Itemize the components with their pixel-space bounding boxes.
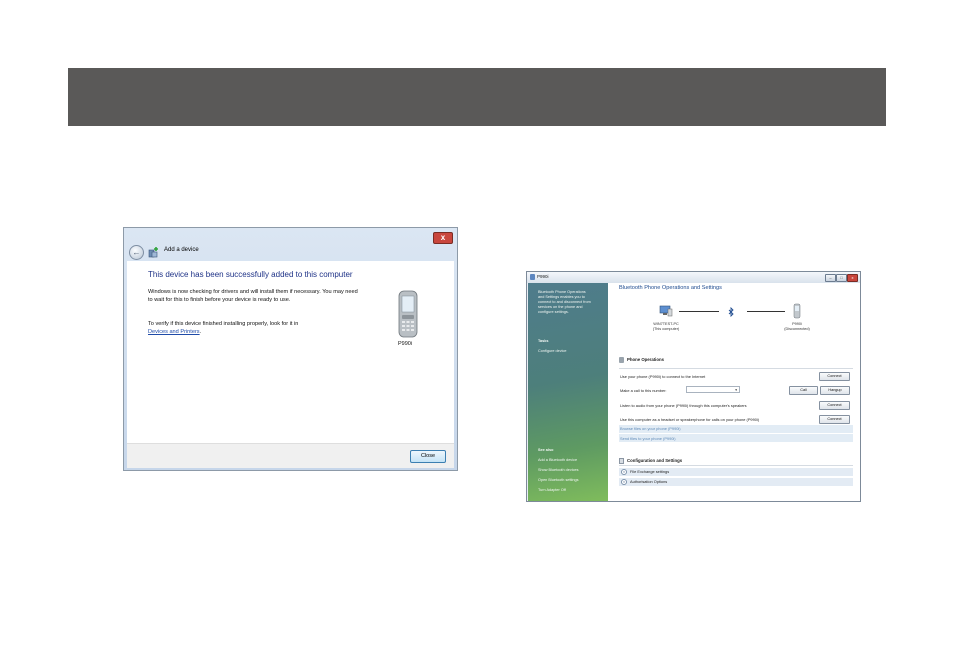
section-label: Configuration and Settings: [627, 458, 683, 464]
computer-label: WIN7TEST-PC (This computer): [638, 322, 694, 332]
back-arrow-icon[interactable]: ←: [129, 245, 144, 260]
window-titlebar: P990i – □ x: [527, 272, 860, 283]
window-title: P990i: [537, 274, 549, 279]
connection-line: [747, 311, 785, 312]
see-also-heading: See also: [538, 448, 554, 452]
close-button[interactable]: Close: [410, 450, 446, 463]
connect-internet-button[interactable]: Connect: [819, 372, 850, 381]
computer-status: (This computer): [652, 327, 680, 331]
phone-label: P990i (Disconnected): [774, 322, 820, 332]
dialog-titlebar: [124, 228, 457, 258]
phone-operations-heading: Phone Operations: [619, 357, 664, 363]
minimize-button[interactable]: –: [825, 274, 836, 282]
success-heading: This device has been successfully added …: [148, 270, 353, 279]
sidebar-description: Bluetooth Phone Operations and Settings …: [538, 290, 591, 315]
phone-icon: [398, 290, 418, 338]
bluetooth-icon: [728, 307, 734, 317]
expander-label: File Exchange settings: [630, 469, 670, 474]
sidebar-item-configure-device[interactable]: Configure device: [538, 349, 567, 354]
audio-row-text: Listen to audio from your phone (P990i) …: [620, 403, 747, 408]
connect-audio-button[interactable]: Connect: [819, 401, 850, 410]
expander-label: Authorisation Options: [630, 479, 668, 484]
browse-files-link[interactable]: Browse files on your phone (P990i): [620, 426, 681, 431]
divider: [619, 465, 853, 466]
add-device-dialog: x ← Add a device This device has been su…: [123, 227, 458, 471]
call-row-text: Make a call to this number:: [620, 388, 667, 393]
divider: [619, 368, 853, 369]
section-label: Phone Operations: [627, 357, 665, 363]
connection-line: [679, 311, 719, 312]
add-device-icon: [148, 247, 158, 258]
verify-prefix: To verify if this device finished instal…: [148, 321, 299, 327]
sidebar-item-add-bluetooth-device[interactable]: Add a Bluetooth device: [538, 458, 577, 463]
phone-icon: [793, 303, 801, 319]
verify-suffix: .: [199, 328, 202, 335]
sidebar-item-show-bluetooth-devices[interactable]: Show Bluetooth devices: [538, 468, 579, 473]
headset-row-text: Use this computer as a headset or speake…: [620, 417, 760, 422]
verify-text: To verify if this device finished instal…: [148, 321, 358, 337]
dialog-title: Add a device: [164, 247, 199, 253]
page-title: Bluetooth Phone Operations and Settings: [619, 285, 722, 291]
devices-and-printers-link[interactable]: Devices and Printers: [148, 329, 200, 335]
sidebar: Bluetooth Phone Operations and Settings …: [528, 283, 608, 501]
phone-section-icon: [619, 357, 624, 363]
bluetooth-window-icon: [530, 274, 535, 280]
header-banner: [68, 68, 886, 126]
config-section-icon: [619, 458, 624, 464]
internet-row-text: Use your phone (P990i) to connect to the…: [620, 374, 706, 379]
sidebar-desc-line: configure settings.: [538, 310, 569, 314]
connect-headset-button[interactable]: Connect: [819, 415, 850, 424]
send-files-link[interactable]: Send files to your phone (P990i): [620, 436, 676, 441]
window-close-button[interactable]: x: [847, 274, 858, 282]
authorisation-options-expander[interactable]: ▾ Authorisation Options: [619, 478, 853, 486]
tasks-heading: Tasks: [538, 339, 549, 343]
phone-number-combo[interactable]: ▾: [686, 386, 740, 393]
hangup-button[interactable]: Hangup: [820, 386, 850, 395]
sidebar-item-turn-adapter-off[interactable]: Turn Adapter Off: [538, 488, 566, 493]
expand-chevron-icon: ▾: [621, 478, 627, 485]
driver-info-text: Windows is now checking for drivers and …: [148, 289, 358, 303]
configuration-heading: Configuration and Settings: [619, 458, 682, 464]
close-icon[interactable]: x: [433, 232, 453, 244]
sidebar-item-open-bluetooth-settings[interactable]: Open Bluetooth settings: [538, 478, 579, 483]
maximize-button[interactable]: □: [836, 274, 847, 282]
computer-icon: [659, 305, 673, 317]
dialog-content: This device has been successfully added …: [127, 261, 454, 443]
expand-chevron-icon: ▾: [621, 468, 627, 475]
call-button[interactable]: Call: [789, 386, 818, 395]
device-label: P990i: [398, 341, 413, 347]
dialog-footer: Close: [127, 443, 454, 468]
file-exchange-settings-expander[interactable]: ▾ File Exchange settings: [619, 468, 853, 476]
bluetooth-dialog: P990i – □ x Bluetooth Phone Operations a…: [526, 271, 861, 502]
main-panel: Bluetooth Phone Operations and Settings …: [608, 283, 860, 501]
phone-status: (Disconnected): [784, 327, 810, 331]
